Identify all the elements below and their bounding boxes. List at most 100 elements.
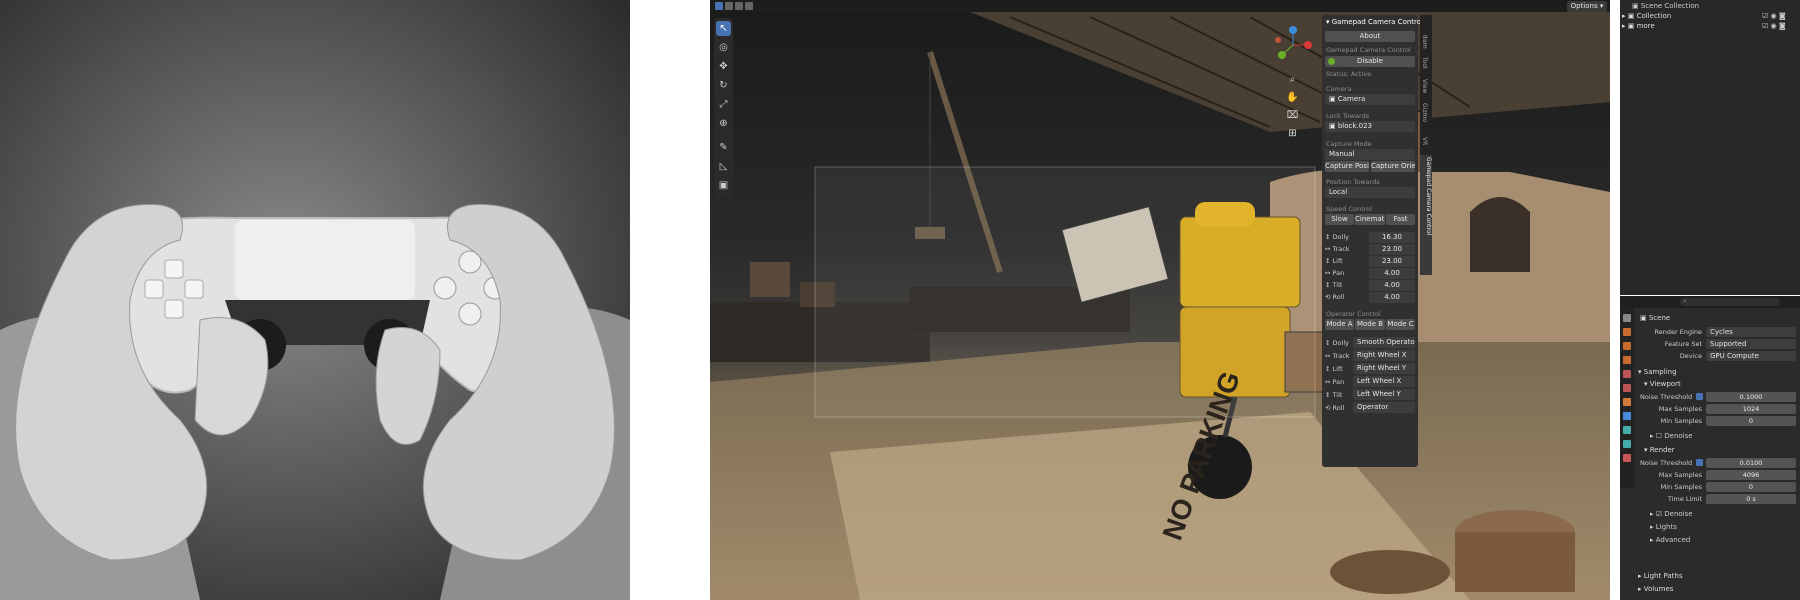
gizmo-icon[interactable] (745, 2, 753, 10)
r-max-field[interactable]: 4096 (1706, 470, 1796, 480)
object-tab-icon[interactable] (1623, 398, 1631, 406)
physics-tab-icon[interactable] (1623, 426, 1631, 434)
r-noise-field[interactable]: 0.0100 (1706, 458, 1796, 468)
camera-field[interactable]: ▣ Camera (1325, 94, 1415, 105)
render-subpanel-header[interactable]: ▾ Render (1644, 446, 1675, 454)
pan-hand-icon[interactable]: ✋ (1285, 90, 1300, 105)
operator-select-track[interactable]: Right Wheel X (1353, 350, 1415, 361)
speed-value-dolly[interactable]: 16.30 (1369, 231, 1415, 243)
speed-value-lift[interactable]: 23.00 (1369, 255, 1415, 267)
zoom-icon[interactable]: ⌕ (1285, 72, 1300, 87)
tab-tool[interactable]: Tool (1421, 57, 1428, 69)
operator-select-roll[interactable]: Operator (1353, 402, 1415, 413)
outliner-item-more[interactable]: ▸ ▣ more ☑ ◉ ◙ (1622, 22, 1800, 30)
material-tab-icon[interactable] (1623, 454, 1631, 462)
cursor-tool-icon[interactable]: ◎ (716, 40, 731, 55)
operator-select-tilt[interactable]: Left Wheel Y (1353, 389, 1415, 400)
tab-view[interactable]: View (1421, 79, 1428, 93)
operator-row-name: ↕ Tilt (1325, 391, 1353, 399)
measure-tool-icon[interactable]: ◺ (716, 159, 731, 174)
annotate-tool-icon[interactable]: ✎ (716, 140, 731, 155)
output-tab-icon[interactable] (1623, 342, 1631, 350)
speed-slow-button[interactable]: Slow (1325, 214, 1354, 225)
volumes-panel[interactable]: ▸ Volumes (1638, 585, 1673, 593)
world-tab-icon[interactable] (1623, 384, 1631, 392)
viewport-subpanel-header[interactable]: ▾ Viewport (1644, 380, 1681, 388)
vp-max-field[interactable]: 1024 (1706, 404, 1796, 414)
r-min-field[interactable]: 0 (1706, 482, 1796, 492)
speed-value-roll[interactable]: 4.00 (1369, 291, 1415, 303)
transform-tool-icon[interactable]: ⊕ (716, 116, 731, 131)
denoise-viewport-row[interactable]: ▸ ☐ Denoise (1650, 432, 1693, 440)
denoise-render-row[interactable]: ▸ ☑ Denoise (1650, 510, 1693, 518)
3d-viewport[interactable]: NO PARKING ↖ ◎ ✥ ↻ ⤢ ⊕ ✎ ◺ ▣ ⌕ ✋ ⌧ ⊞ ▾ G… (710, 12, 1610, 600)
capture-select[interactable]: Manual (1325, 149, 1415, 160)
camera-view-icon[interactable]: ⌧ (1285, 108, 1300, 123)
lights-subpanel[interactable]: ▸ Lights (1650, 523, 1677, 531)
overlay-icon[interactable] (735, 2, 743, 10)
speed-value-pan[interactable]: 4.00 (1369, 267, 1415, 279)
vp-noise-checkbox[interactable] (1696, 393, 1703, 400)
speed-cinematic-button[interactable]: Cinematic (1355, 214, 1385, 225)
r-noise-checkbox[interactable] (1696, 459, 1703, 466)
light-paths-panel[interactable]: ▸ Light Paths (1638, 572, 1682, 580)
view-layer-tab-icon[interactable] (1623, 356, 1631, 364)
modifier-tab-icon[interactable] (1623, 412, 1631, 420)
feature-set-select[interactable]: Supported (1706, 339, 1796, 349)
vp-noise-field[interactable]: 0.1000 (1706, 392, 1796, 402)
mode-c-button[interactable]: Mode C (1386, 319, 1415, 330)
render-engine-select[interactable]: Cycles (1706, 327, 1796, 337)
options-button[interactable]: Options ▾ (1567, 1, 1607, 12)
operator-select-dolly[interactable]: Smooth Operator (1353, 337, 1415, 348)
properties-search-input[interactable] (1680, 298, 1780, 306)
operator-select-pan[interactable]: Left Wheel X (1353, 376, 1415, 387)
navigation-gizmo[interactable] (1268, 20, 1318, 70)
select-tool-icon[interactable]: ↖ (716, 21, 731, 36)
operator-name: Dolly (1332, 338, 1349, 347)
scene-tab-icon[interactable] (1623, 370, 1631, 378)
position-value: Local (1329, 188, 1348, 196)
tab-vr[interactable]: VR (1421, 137, 1428, 145)
tab-gamepad-camera-control[interactable]: Gamepad Camera Control (1420, 155, 1432, 275)
speed-cinematic-label: Cinematic (1355, 215, 1385, 223)
lock-field[interactable]: ▣ block.023 (1325, 121, 1415, 132)
volumes-label: Volumes (1643, 585, 1674, 593)
position-select[interactable]: Local (1325, 187, 1415, 198)
mode-a-button[interactable]: Mode A (1325, 319, 1354, 330)
vp-min-field[interactable]: 0 (1706, 416, 1796, 426)
tab-gizmo[interactable]: Gizmo (1421, 103, 1428, 122)
properties-tabs (1620, 308, 1634, 488)
capture-orientation-button[interactable]: Capture Orien... (1371, 161, 1415, 172)
select-mode-icon[interactable] (715, 2, 723, 10)
add-cube-tool-icon[interactable]: ▣ (716, 178, 731, 193)
outliner-item-collection[interactable]: ▸ ▣ Collection ☑ ◉ ◙ (1622, 12, 1800, 20)
mode-b-button[interactable]: Mode B (1355, 319, 1385, 330)
visibility-icon[interactable]: ☑ ◉ ◙ (1762, 22, 1786, 30)
speed-value-track[interactable]: 23.00 (1369, 243, 1415, 255)
render-tab-icon[interactable] (1623, 328, 1631, 336)
speed-fast-button[interactable]: Fast (1386, 214, 1415, 225)
visibility-icon[interactable]: ☑ ◉ ◙ (1762, 12, 1786, 20)
operator-name: Pan (1332, 377, 1345, 386)
r-time-field[interactable]: 0 s (1706, 494, 1796, 504)
capture-position-button[interactable]: Capture Posit... (1325, 161, 1369, 172)
tool-tab-icon[interactable] (1623, 314, 1631, 322)
speed-name: Track (1332, 245, 1350, 253)
scale-tool-icon[interactable]: ⤢ (716, 97, 731, 112)
device-select[interactable]: GPU Compute (1706, 351, 1796, 361)
perspective-icon[interactable]: ⊞ (1285, 126, 1300, 141)
speed-value-tilt[interactable]: 4.00 (1369, 279, 1415, 291)
operator-select-lift[interactable]: Right Wheel Y (1353, 363, 1415, 374)
speed-name: Tilt (1332, 281, 1343, 289)
rotate-tool-icon[interactable]: ↻ (716, 78, 731, 93)
shading-icon[interactable] (725, 2, 733, 10)
advanced-subpanel[interactable]: ▸ Advanced (1650, 536, 1690, 544)
disable-button[interactable]: Disable (1325, 56, 1415, 67)
about-button[interactable]: About (1325, 31, 1415, 42)
sampling-panel-header[interactable]: ▾ Sampling (1638, 368, 1677, 376)
tab-item[interactable]: Item (1421, 35, 1428, 49)
disable-label: Disable (1357, 57, 1383, 65)
search-icon: ⌕ (1683, 297, 1687, 305)
constraints-tab-icon[interactable] (1623, 440, 1631, 448)
move-tool-icon[interactable]: ✥ (716, 59, 731, 74)
